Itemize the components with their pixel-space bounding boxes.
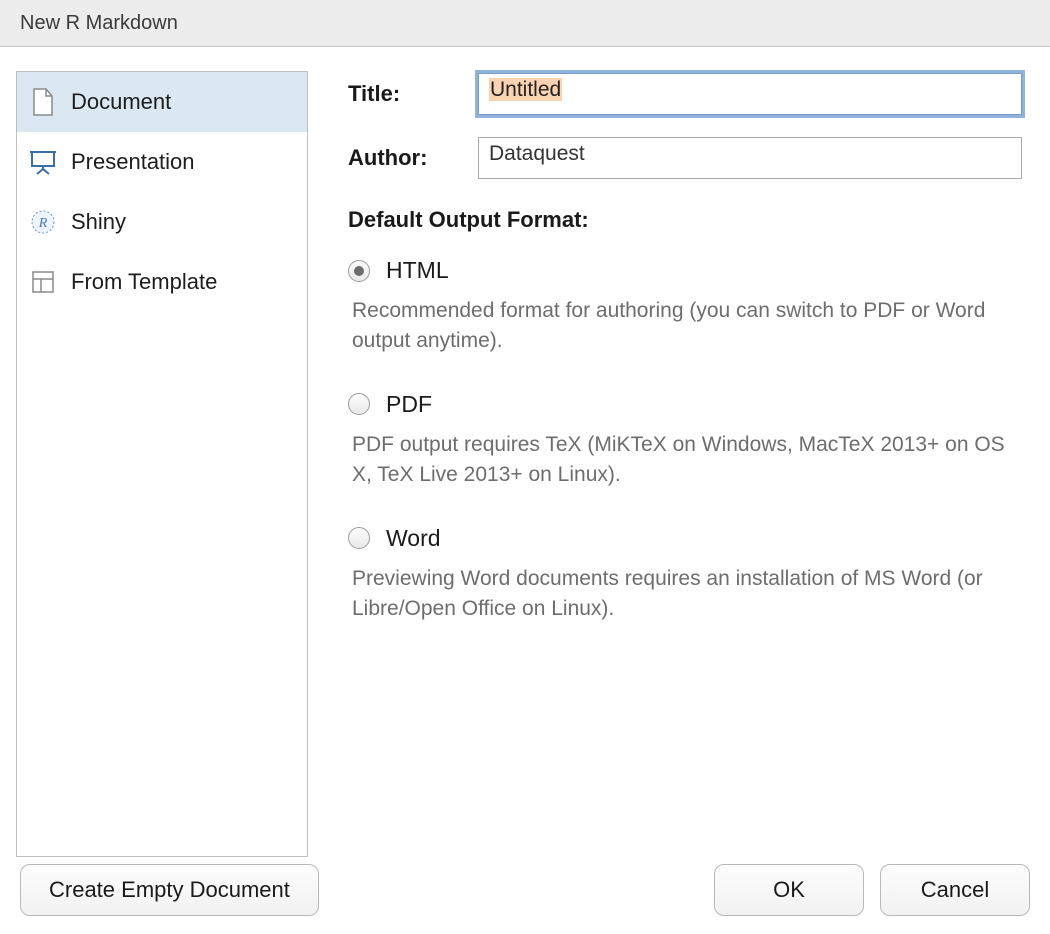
title-label: Title: xyxy=(348,81,478,107)
window-titlebar: New R Markdown xyxy=(0,0,1050,47)
cancel-button[interactable]: Cancel xyxy=(880,864,1030,916)
dialog-body: Document Presentation R Shin xyxy=(0,47,1050,857)
sidebar-item-from-template[interactable]: From Template xyxy=(17,252,307,312)
ok-button[interactable]: OK xyxy=(714,864,864,916)
sidebar-item-label: From Template xyxy=(71,269,217,295)
radio-html-label: HTML xyxy=(386,257,449,284)
document-icon xyxy=(29,88,57,116)
shiny-icon: R xyxy=(29,208,57,236)
create-empty-document-button[interactable]: Create Empty Document xyxy=(20,864,319,916)
main-panel: Title: Untitled Author: Dataquest Defaul… xyxy=(308,47,1050,857)
author-input[interactable]: Dataquest xyxy=(478,137,1022,179)
title-input-value: Untitled xyxy=(489,78,562,101)
radio-word[interactable] xyxy=(348,527,370,549)
document-type-sidebar: Document Presentation R Shin xyxy=(16,71,308,857)
author-row: Author: Dataquest xyxy=(348,137,1022,179)
title-row: Title: Untitled xyxy=(348,73,1022,115)
author-input-value: Dataquest xyxy=(489,142,585,165)
format-option-pdf: PDF PDF output requires TeX (MiKTeX on W… xyxy=(348,391,1022,491)
button-bar: Create Empty Document OK Cancel xyxy=(0,864,1050,916)
window-title: New R Markdown xyxy=(20,12,178,35)
format-option-html: HTML Recommended format for authoring (y… xyxy=(348,257,1022,357)
title-input[interactable]: Untitled xyxy=(478,73,1022,115)
radio-html-desc: Recommended format for authoring (you ca… xyxy=(352,296,1022,357)
radio-word-desc: Previewing Word documents requires an in… xyxy=(352,564,1022,625)
sidebar-item-label: Presentation xyxy=(71,149,195,175)
author-label: Author: xyxy=(348,145,478,171)
radio-pdf-desc: PDF output requires TeX (MiKTeX on Windo… xyxy=(352,430,1022,491)
presentation-icon xyxy=(29,148,57,176)
sidebar-item-presentation[interactable]: Presentation xyxy=(17,132,307,192)
output-format-heading: Default Output Format: xyxy=(348,207,1022,233)
sidebar-item-label: Document xyxy=(71,89,171,115)
sidebar-item-document[interactable]: Document xyxy=(17,72,307,132)
sidebar-item-label: Shiny xyxy=(71,209,126,235)
template-icon xyxy=(29,268,57,296)
radio-html[interactable] xyxy=(348,260,370,282)
svg-text:R: R xyxy=(38,216,48,231)
radio-pdf[interactable] xyxy=(348,393,370,415)
radio-pdf-label: PDF xyxy=(386,391,432,418)
radio-word-label: Word xyxy=(386,525,441,552)
sidebar-item-shiny[interactable]: R Shiny xyxy=(17,192,307,252)
format-option-word: Word Previewing Word documents requires … xyxy=(348,525,1022,625)
